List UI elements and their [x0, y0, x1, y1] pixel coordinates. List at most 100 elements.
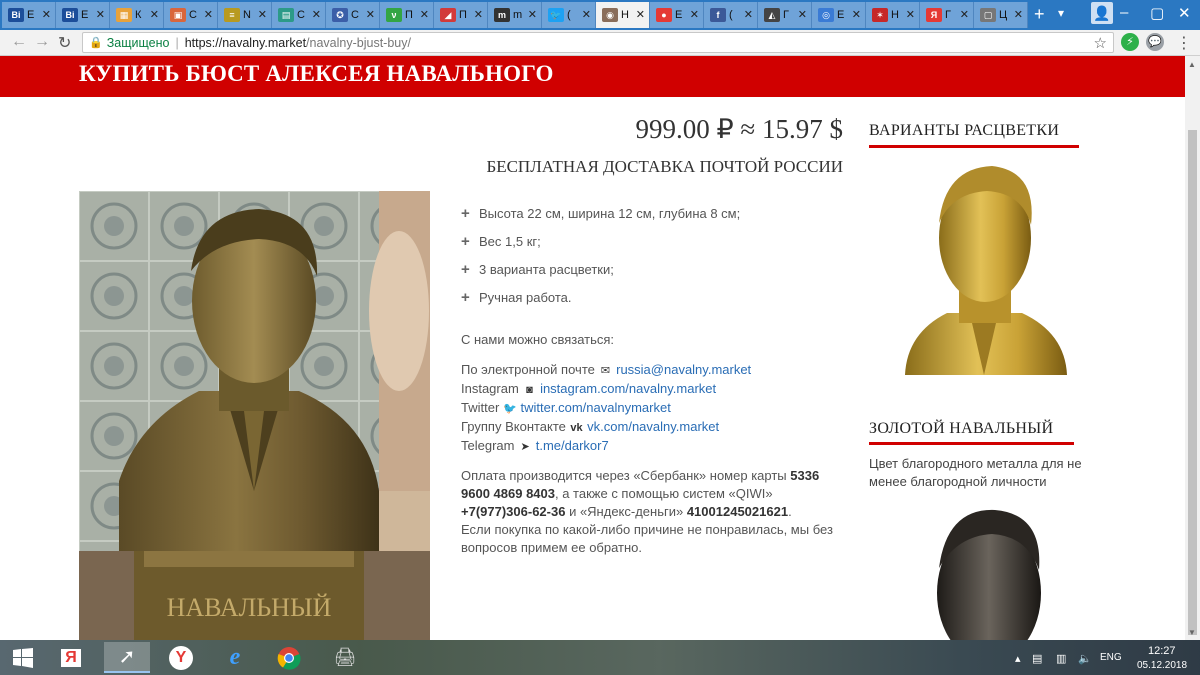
browser-tab[interactable]: m m ✕ — [488, 2, 542, 28]
tab-label: П — [459, 9, 467, 21]
browser-tab[interactable]: Bi E ✕ — [2, 2, 56, 28]
chrome-icon[interactable] — [266, 642, 312, 673]
browser-tab[interactable]: ◭ Г ✕ — [758, 2, 812, 28]
tab-close-icon[interactable]: ✕ — [906, 8, 915, 21]
envelope-icon: ✉ — [600, 365, 611, 377]
telegram-link[interactable]: t.me/darkor7 — [536, 438, 609, 453]
payment-info: Оплата производится через «Сбербанк» ном… — [461, 468, 833, 555]
yandex-app-icon[interactable]: Я — [48, 642, 94, 673]
back-icon[interactable]: ← — [11, 33, 27, 51]
tab-close-icon[interactable]: ✕ — [312, 8, 321, 21]
address-bar[interactable]: 🔒 Защищено | https://navalny.market/nava… — [82, 32, 1114, 53]
tab-label: С — [189, 9, 197, 21]
tab-close-icon[interactable]: ✕ — [1014, 8, 1023, 21]
clock-time[interactable]: 12:27 — [1148, 645, 1176, 657]
tab-favicon-icon: ● — [656, 8, 672, 22]
scroll-down-icon[interactable]: ▼ — [1188, 628, 1196, 637]
volume-icon[interactable]: 🔈 — [1078, 652, 1092, 665]
qiwi-number: +7(977)306-62-36 — [461, 504, 566, 519]
tab-close-icon[interactable]: ✕ — [852, 8, 861, 21]
browser-tab[interactable]: ◢ П ✕ — [434, 2, 488, 28]
browser-tab[interactable]: ≡ N ✕ — [218, 2, 272, 28]
list-item: +3 варианта расцветки; — [461, 260, 614, 278]
scroll-thumb[interactable] — [1188, 130, 1197, 635]
browser-tab[interactable]: f(✕ — [704, 2, 758, 28]
internet-explorer-icon[interactable]: e — [212, 642, 258, 673]
reload-icon[interactable]: ↻ — [58, 33, 71, 53]
twitter-link[interactable]: twitter.com/navalnymarket — [521, 400, 671, 415]
browser-tab[interactable]: ▤ С ✕ — [272, 2, 326, 28]
tab-favicon-icon: ◉ — [602, 8, 618, 22]
tab-close-icon[interactable]: ✕ — [420, 8, 429, 21]
browser-tab[interactable]: ◎ E ✕ — [812, 2, 866, 28]
page-scrollbar[interactable]: ▲ ▼ — [1185, 56, 1200, 640]
dark-bust-image[interactable] — [917, 508, 1062, 640]
scroll-up-icon[interactable]: ▲ — [1188, 60, 1196, 69]
tab-close-icon[interactable]: ✕ — [798, 8, 807, 21]
tab-label: П — [405, 9, 413, 21]
browser-tab[interactable]: ✪ С ✕ — [326, 2, 380, 28]
vk-link[interactable]: vk.com/navalny.market — [587, 419, 719, 434]
email-link[interactable]: russia@navalny.market — [616, 362, 751, 377]
tab-close-icon[interactable]: ✕ — [204, 8, 213, 21]
tab-label: К — [135, 9, 142, 21]
browser-tab[interactable]: ▣ С ✕ — [164, 2, 218, 28]
page-title: КУПИТЬ БЮСТ АЛЕКСЕЯ НАВАЛЬНОГО — [79, 61, 554, 86]
active-app-icon[interactable]: ➚ — [104, 642, 150, 673]
tab-favicon-icon: Я — [926, 8, 942, 22]
tab-close-icon[interactable]: ✕ — [636, 8, 645, 21]
browser-tab[interactable]: Я Г ✕ — [920, 2, 974, 28]
instagram-link[interactable]: instagram.com/navalny.market — [540, 381, 716, 396]
tray-app-icon[interactable]: ▤ — [1032, 652, 1042, 665]
close-window-icon[interactable]: ✕ — [1178, 4, 1191, 22]
tab-close-icon[interactable]: ✕ — [150, 8, 159, 21]
yandex-browser-icon[interactable]: Y — [158, 642, 204, 673]
title-banner: КУПИТЬ БЮСТ АЛЕКСЕЯ НАВАЛЬНОГО — [0, 56, 1185, 97]
browser-tab[interactable]: ν П ✕ — [380, 2, 434, 28]
tab-label: E — [837, 9, 845, 21]
tab-close-icon[interactable]: ✕ — [528, 8, 537, 21]
app-icon[interactable]: 🖨 — [322, 642, 368, 673]
extension-green-icon[interactable]: ⚡ — [1121, 33, 1139, 51]
price: 999.00 ₽ ≈ 15.97 $ — [635, 114, 844, 144]
bookmark-star-icon[interactable]: ☆ — [1094, 34, 1107, 52]
browser-tab[interactable]: ● Е ✕ — [650, 2, 704, 28]
url-host: https://navalny.market — [184, 35, 307, 50]
browser-tab[interactable]: 🐦(✕ — [542, 2, 596, 28]
browser-tab[interactable]: ✶ Н ✕ — [866, 2, 920, 28]
clock-date[interactable]: 05.12.2018 — [1137, 660, 1187, 671]
contact-twitter-row: Twitter 🐦 twitter.com/navalnymarket — [461, 399, 846, 418]
network-icon[interactable]: ▥ — [1056, 652, 1066, 665]
tab-favicon-icon: ▣ — [170, 8, 186, 22]
browser-menu-icon[interactable]: ⋮ — [1176, 33, 1192, 53]
start-button[interactable] — [0, 642, 46, 673]
tab-label: Ц — [999, 9, 1008, 21]
tab-label: Е — [675, 9, 683, 21]
profile-icon[interactable]: 👤 — [1091, 2, 1113, 24]
browser-tab[interactable]: Bi E ✕ — [56, 2, 110, 28]
browser-tab[interactable]: ▢ Ц ✕ — [974, 2, 1028, 28]
tab-list-chevron-icon[interactable]: ▾ — [1058, 6, 1064, 20]
minimize-icon[interactable]: – — [1120, 4, 1128, 21]
tab-close-icon[interactable]: ✕ — [474, 8, 483, 21]
tray-chevron-icon[interactable]: ▴ — [1015, 652, 1021, 665]
tab-favicon-icon: ▢ — [980, 8, 996, 22]
new-tab-button[interactable]: + — [1034, 5, 1045, 23]
tab-favicon-icon: ◭ — [764, 8, 780, 22]
tab-close-icon[interactable]: ✕ — [258, 8, 267, 21]
tab-close-icon[interactable]: ✕ — [96, 8, 105, 21]
tab-close-icon[interactable]: ✕ — [366, 8, 375, 21]
maximize-icon[interactable]: ▢ — [1150, 4, 1164, 22]
tab-close-icon[interactable]: ✕ — [690, 8, 699, 21]
tab-close-icon[interactable]: ✕ — [582, 8, 591, 21]
browser-tab[interactable]: ◉ Н ✕ — [596, 2, 650, 28]
gold-bust-image[interactable] — [897, 163, 1072, 375]
tab-close-icon[interactable]: ✕ — [42, 8, 51, 21]
tab-close-icon[interactable]: ✕ — [744, 8, 753, 21]
browser-tab[interactable]: ▦ К ✕ — [110, 2, 164, 28]
extension-chat-icon[interactable]: 💬 — [1146, 33, 1164, 51]
language-indicator[interactable]: ENG — [1100, 652, 1122, 663]
tab-close-icon[interactable]: ✕ — [960, 8, 969, 21]
forward-icon[interactable]: → — [34, 33, 50, 51]
tab-label: E — [81, 9, 89, 21]
